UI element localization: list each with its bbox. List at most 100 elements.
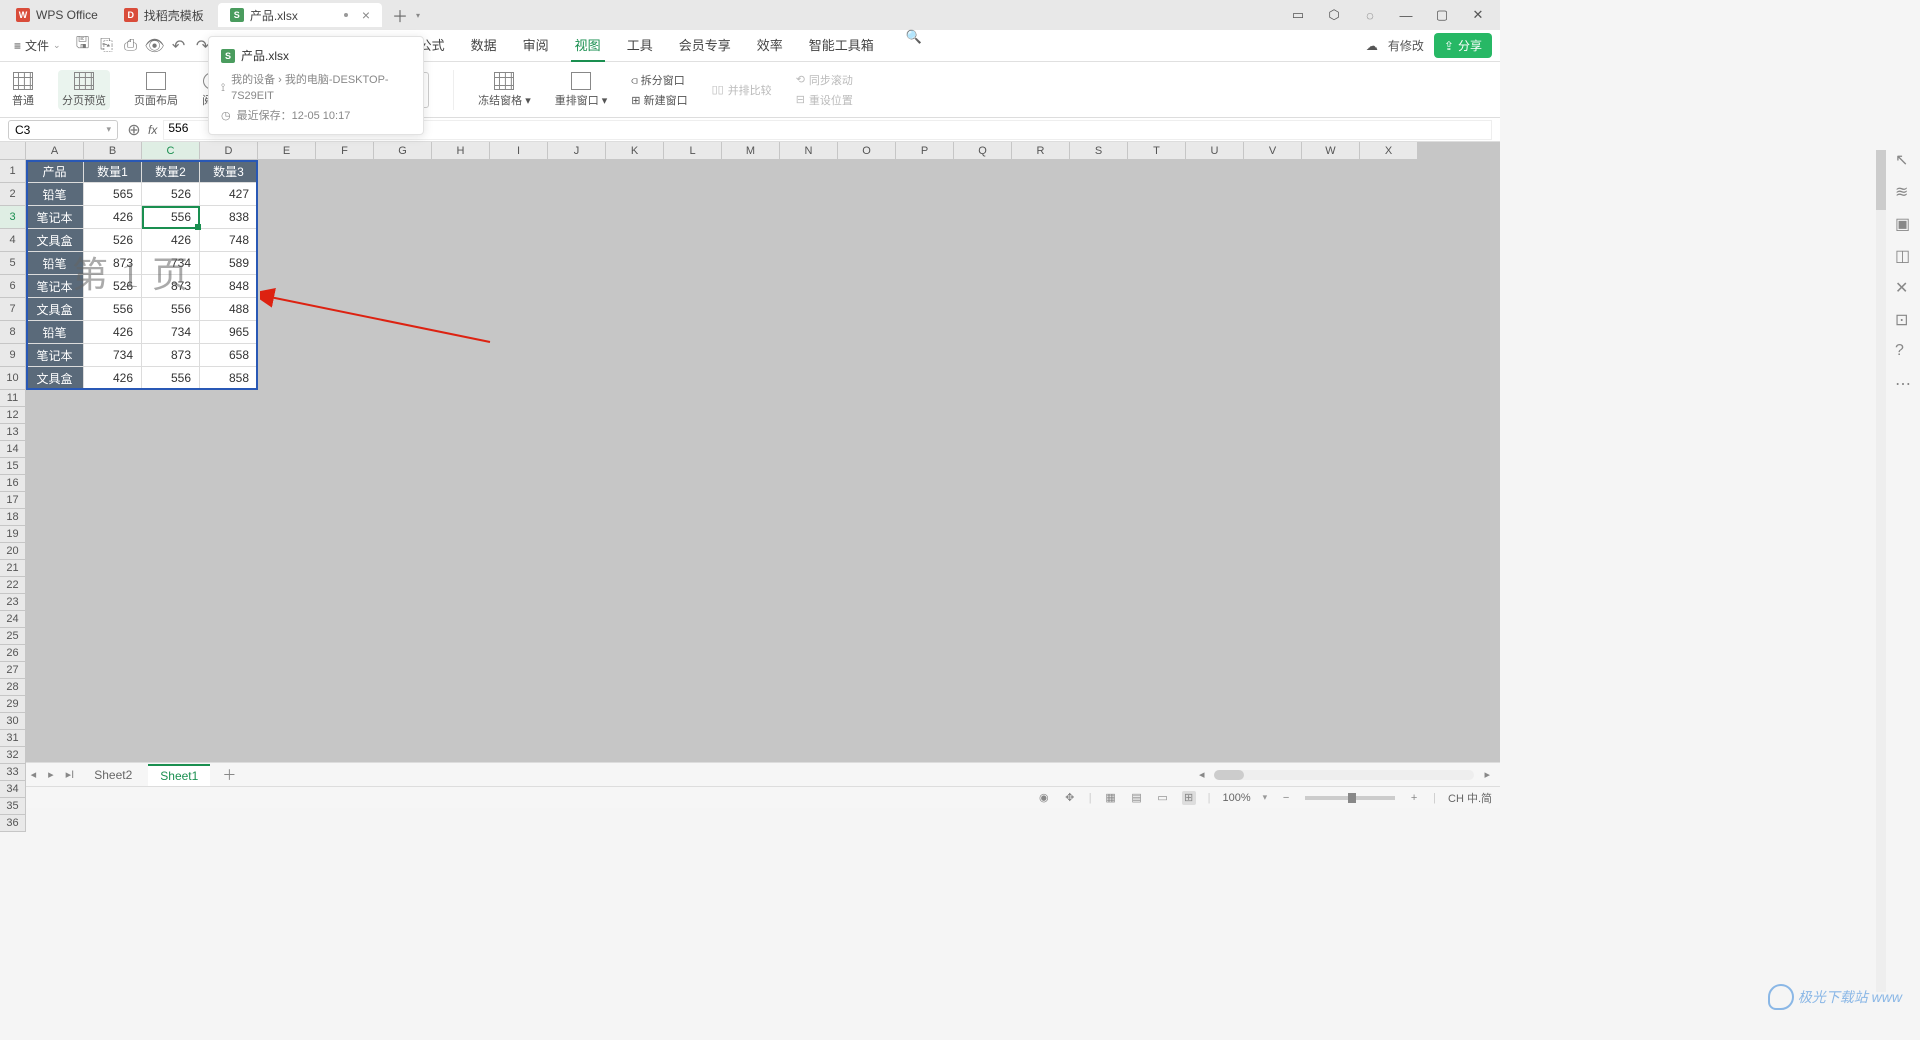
panel-icon-3[interactable]: ▣ (1895, 214, 1913, 232)
hscroll-right[interactable]: ▸ (1480, 768, 1494, 781)
data-cell[interactable]: 873 (142, 275, 200, 298)
select-all-corner[interactable] (0, 142, 26, 160)
column-header-F[interactable]: F (316, 142, 374, 160)
row-header-6[interactable]: 6 (0, 275, 26, 298)
data-cell[interactable]: 556 (84, 298, 142, 321)
close-tab-icon[interactable]: × (362, 7, 370, 23)
add-sheet-button[interactable]: ＋ (214, 765, 244, 785)
view-layout-icon[interactable]: ▭ (1156, 791, 1170, 805)
sheet-nav-next[interactable]: ▸ (44, 768, 58, 781)
header-cell[interactable]: 产品 (26, 160, 84, 183)
row-header-25[interactable]: 25 (0, 628, 26, 645)
data-cell[interactable]: 565 (84, 183, 142, 206)
selection-icon[interactable]: ↖ (1895, 150, 1913, 168)
ruler-icon[interactable]: ▭ (1288, 5, 1308, 25)
row-header-7[interactable]: 7 (0, 298, 26, 321)
column-header-D[interactable]: D (200, 142, 258, 160)
row-header-16[interactable]: 16 (0, 475, 26, 492)
tab-tools[interactable]: 工具 (623, 29, 657, 62)
row-header-8[interactable]: 8 (0, 321, 26, 344)
row-header-2[interactable]: 2 (0, 183, 26, 206)
data-cell[interactable]: 734 (84, 344, 142, 367)
print-preview-icon[interactable]: 👁 (147, 38, 163, 54)
file-menu-button[interactable]: ≡ 文件 ⌄ (8, 33, 67, 58)
column-header-P[interactable]: P (896, 142, 954, 160)
data-cell[interactable]: 铅笔 (26, 252, 84, 275)
row-header-36[interactable]: 36 (0, 815, 26, 832)
column-header-J[interactable]: J (548, 142, 606, 160)
header-cell[interactable]: 数量3 (200, 160, 258, 183)
new-window-button[interactable]: ⊞ 新建窗口 (631, 92, 687, 108)
column-header-R[interactable]: R (1012, 142, 1070, 160)
column-header-U[interactable]: U (1186, 142, 1244, 160)
tab-member[interactable]: 会员专享 (675, 29, 735, 62)
data-cell[interactable]: 426 (84, 367, 142, 390)
name-box-dropdown-icon[interactable]: ▾ (106, 124, 111, 135)
data-cell[interactable]: 748 (200, 229, 258, 252)
target-icon[interactable]: ✥ (1063, 791, 1077, 805)
column-header-L[interactable]: L (664, 142, 722, 160)
hscroll-left[interactable]: ◂ (1195, 768, 1209, 781)
column-header-T[interactable]: T (1128, 142, 1186, 160)
horizontal-scrollbar[interactable] (1214, 770, 1474, 780)
tab-smart[interactable]: 智能工具箱 (805, 29, 878, 62)
row-header-35[interactable]: 35 (0, 798, 26, 815)
row-header-1[interactable]: 1 (0, 160, 26, 183)
expand-fx-icon[interactable]: ⊕ (126, 122, 142, 138)
row-header-33[interactable]: 33 (0, 764, 26, 781)
more-icon[interactable]: ⋯ (1895, 374, 1913, 392)
data-cell[interactable]: 426 (142, 229, 200, 252)
row-header-23[interactable]: 23 (0, 594, 26, 611)
row-header-4[interactable]: 4 (0, 229, 26, 252)
tab-efficiency[interactable]: 效率 (753, 29, 787, 62)
view-normal-icon[interactable]: ▦ (1104, 791, 1118, 805)
data-cell[interactable]: 488 (200, 298, 258, 321)
panel-icon-6[interactable]: ⊡ (1895, 310, 1913, 328)
row-header-14[interactable]: 14 (0, 441, 26, 458)
data-cell[interactable]: 848 (200, 275, 258, 298)
data-cell[interactable]: 589 (200, 252, 258, 275)
tab-view[interactable]: 视图 (571, 29, 605, 62)
data-cell[interactable]: 426 (84, 321, 142, 344)
data-cell[interactable]: 556 (142, 298, 200, 321)
row-header-12[interactable]: 12 (0, 407, 26, 424)
export-icon[interactable]: ⎘ (99, 38, 115, 54)
row-header-24[interactable]: 24 (0, 611, 26, 628)
data-cell[interactable]: 658 (200, 344, 258, 367)
data-cell[interactable]: 文具盒 (26, 229, 84, 252)
row-header-3[interactable]: 3 (0, 206, 26, 229)
row-header-27[interactable]: 27 (0, 662, 26, 679)
zoom-out-button[interactable]: − (1279, 791, 1293, 805)
column-header-A[interactable]: A (26, 142, 84, 160)
row-header-31[interactable]: 31 (0, 730, 26, 747)
row-header-9[interactable]: 9 (0, 344, 26, 367)
column-header-B[interactable]: B (84, 142, 142, 160)
eye-icon[interactable]: ◉ (1037, 791, 1051, 805)
header-cell[interactable]: 数量2 (142, 160, 200, 183)
help-icon[interactable]: ? (1895, 342, 1913, 360)
cube-icon[interactable]: ⬡ (1324, 5, 1344, 25)
row-header-19[interactable]: 19 (0, 526, 26, 543)
row-header-29[interactable]: 29 (0, 696, 26, 713)
row-header-32[interactable]: 32 (0, 747, 26, 764)
column-header-M[interactable]: M (722, 142, 780, 160)
row-header-10[interactable]: 10 (0, 367, 26, 390)
data-cell[interactable]: 858 (200, 367, 258, 390)
split-window-button[interactable]: ⫏ 拆分窗口 (631, 72, 687, 88)
name-box[interactable]: C3 ▾ (8, 120, 118, 140)
data-cell[interactable]: 873 (84, 252, 142, 275)
freeze-panes-button[interactable]: 冻结窗格 ▾ (478, 72, 531, 108)
data-cell[interactable]: 铅笔 (26, 183, 84, 206)
minimize-button[interactable]: — (1396, 5, 1416, 25)
data-cell[interactable]: 556 (142, 367, 200, 390)
column-header-C[interactable]: C (142, 142, 200, 160)
maximize-button[interactable]: ▢ (1432, 5, 1452, 25)
data-cell[interactable]: 526 (84, 275, 142, 298)
row-header-26[interactable]: 26 (0, 645, 26, 662)
row-header-17[interactable]: 17 (0, 492, 26, 509)
row-header-30[interactable]: 30 (0, 713, 26, 730)
data-cell[interactable]: 笔记本 (26, 275, 84, 298)
app-tab-file[interactable]: S 产品.xlsx × (218, 3, 382, 27)
sheet-tab-sheet1[interactable]: Sheet1 (148, 764, 210, 786)
row-header-20[interactable]: 20 (0, 543, 26, 560)
